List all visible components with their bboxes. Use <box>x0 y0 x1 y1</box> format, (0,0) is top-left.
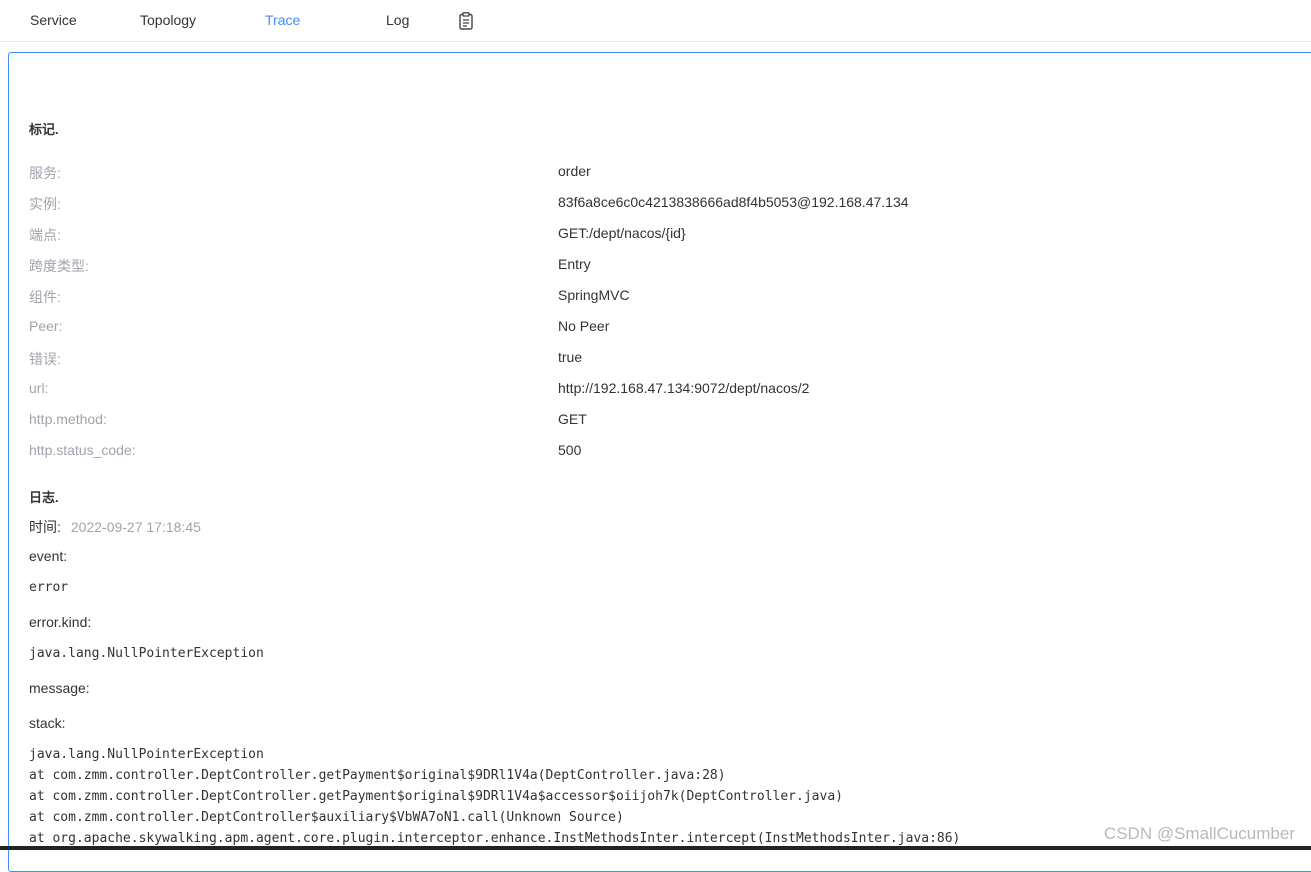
logs-section-title: 日志. <box>29 490 59 505</box>
log-time: 时间: 2022-09-27 17:18:45 <box>29 517 201 537</box>
tag-value-instance: 83f6a8ce6c0c4213838666ad8f4b5053@192.168… <box>558 194 909 210</box>
tag-value-peer: No Peer <box>558 318 610 334</box>
log-message-label: message: <box>29 680 90 696</box>
tag-value-error: true <box>558 349 583 365</box>
tag-value-endpoint: GET:/dept/nacos/{id} <box>558 225 686 241</box>
tag-key-peer: Peer: <box>29 318 63 334</box>
stack-line: java.lang.NullPointerException <box>29 747 264 762</box>
stack-line: at org.apache.skywalking.apm.agent.core.… <box>29 831 961 846</box>
tag-value-service: order <box>558 163 591 179</box>
tag-value-url: http://192.168.47.134:9072/dept/nacos/2 <box>558 380 810 396</box>
tag-value-http-method: GET <box>558 411 587 427</box>
log-error-kind-label: error.kind: <box>29 614 92 630</box>
tag-key-span-type: 跨度类型: <box>29 258 89 274</box>
tag-key-instance: 实例: <box>29 196 61 212</box>
tab-service[interactable]: Service <box>30 12 77 28</box>
log-event-label: event: <box>29 548 68 564</box>
tag-key-error: 错误: <box>29 351 61 367</box>
tag-key-endpoint: 端点: <box>29 227 61 243</box>
stack-line: at com.zmm.controller.DeptController$aux… <box>29 810 624 825</box>
log-error-kind-value: java.lang.NullPointerException <box>29 646 264 661</box>
tag-key-http-method: http.method: <box>29 411 107 427</box>
tag-key-http-status-code: http.status_code: <box>29 442 136 458</box>
tag-key-service: 服务: <box>29 165 61 181</box>
watermark: CSDN @SmallCucumber <box>1103 824 1295 843</box>
log-time-value: 2022-09-27 17:18:45 <box>70 519 201 535</box>
tab-log[interactable]: Log <box>386 12 409 28</box>
stack-line: at com.zmm.controller.DeptController.get… <box>29 768 726 783</box>
tag-value-component: SpringMVC <box>558 287 630 303</box>
bottom-edge-bar <box>0 846 1311 850</box>
tab-topology[interactable]: Topology <box>140 12 196 28</box>
top-nav: Service Topology Trace Log <box>0 0 1311 42</box>
tag-value-span-type: Entry <box>558 256 591 272</box>
clipboard-icon[interactable] <box>458 12 474 30</box>
stack-line: at com.zmm.controller.DeptController.get… <box>29 789 843 804</box>
tab-trace[interactable]: Trace <box>265 12 300 28</box>
log-event-value: error <box>29 580 69 595</box>
log-time-label: 时间: <box>29 519 61 535</box>
log-stack-label: stack: <box>29 715 66 731</box>
tag-key-component: 组件: <box>29 289 61 305</box>
tags-section-title: 标记. <box>29 122 59 137</box>
tag-value-http-status-code: 500 <box>558 442 582 458</box>
tag-key-url: url: <box>29 380 49 396</box>
